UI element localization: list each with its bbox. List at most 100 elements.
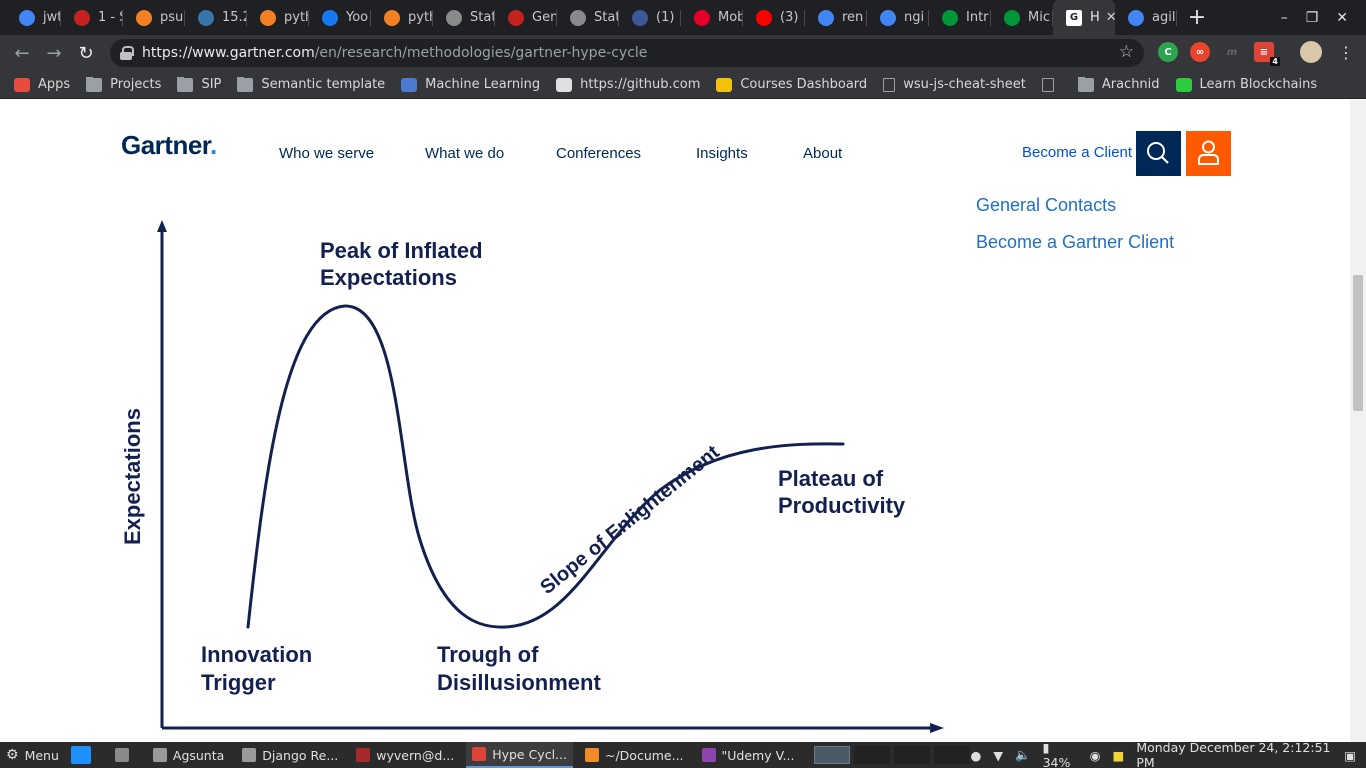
workspace-4[interactable] — [934, 746, 971, 764]
battery-indicator[interactable]: ▮ 34% — [1043, 740, 1078, 770]
show-desktop-icon[interactable]: ▣ — [1344, 748, 1356, 763]
chrome-icon — [472, 747, 487, 761]
taskbar-window[interactable]: "Udemy V... — [696, 742, 801, 768]
minimize-icon[interactable]: – — [1281, 10, 1288, 26]
browser-tab[interactable]: Stat — [557, 0, 619, 35]
updates-icon[interactable]: ◉ — [1090, 748, 1101, 763]
bookmark-item[interactable]: Courses Dashboard — [716, 77, 867, 92]
close-window-icon[interactable]: ✕ — [1336, 10, 1348, 26]
nav-what-we-do[interactable]: What we do — [425, 145, 504, 162]
browser-tab[interactable]: ren — [805, 0, 867, 35]
taskbar-window[interactable] — [65, 742, 103, 768]
forward-icon[interactable]: → — [38, 43, 70, 64]
browser-tab[interactable]: 1 - S — [61, 0, 123, 35]
bookmark-label: Projects — [110, 77, 162, 92]
bookmark-item[interactable]: Learn Blockchains — [1175, 77, 1317, 92]
hype-cycle-diagram: Expectations Peak of Inflated Expectatio… — [120, 220, 944, 733]
browser-tab[interactable]: agil — [1115, 0, 1177, 35]
red-figure-icon — [508, 9, 524, 26]
user-tray-icon[interactable]: ● — [970, 748, 981, 763]
nav-who-we-serve[interactable]: Who we serve — [279, 145, 374, 162]
workspace-switcher[interactable] — [814, 746, 971, 764]
browser-tab[interactable]: (3) — [743, 0, 805, 35]
become-gartner-client-link[interactable]: Become a Gartner Client — [976, 232, 1174, 253]
browser-tab[interactable]: G H ✕ — [1053, 0, 1115, 35]
new-tab-button[interactable]: + — [1177, 5, 1217, 30]
reload-icon[interactable]: ↻ — [70, 43, 102, 64]
taskbar-window-list: Agsunta Django Re... wyvern@d... Hype Cycl.… — [65, 742, 807, 768]
taskbar-window[interactable]: ~/Docume... — [579, 742, 690, 768]
page-scrollbar[interactable] — [1350, 100, 1366, 742]
wifi-icon[interactable]: ▼ — [993, 748, 1003, 763]
start-menu-button[interactable]: ⚙ Menu — [0, 742, 65, 768]
restore-icon[interactable]: ❐ — [1306, 10, 1319, 26]
address-bar[interactable]: https://www.gartner.com/en/research/meth… — [110, 39, 1144, 67]
nav-conferences[interactable]: Conferences — [556, 145, 641, 162]
general-contacts-link[interactable]: General Contacts — [976, 195, 1116, 216]
browser-tab[interactable]: psu — [123, 0, 185, 35]
extension-green-icon[interactable]: C — [1158, 42, 1178, 62]
profile-avatar[interactable] — [1300, 41, 1322, 63]
page-icon — [1041, 77, 1054, 92]
bookmark-item[interactable]: Semantic template — [237, 77, 385, 92]
extension-orange-icon[interactable]: ∞ — [1190, 42, 1210, 62]
notes-icon[interactable]: ■ — [1113, 748, 1125, 763]
workspace-1[interactable] — [814, 746, 851, 764]
account-button[interactable] — [1186, 131, 1231, 176]
browser-tab[interactable]: pyth — [371, 0, 433, 35]
tab-label: pyth — [408, 10, 433, 25]
taskbar-window[interactable]: wyvern@d... — [350, 742, 460, 768]
menu-kebab-icon[interactable]: ⋮ — [1338, 43, 1354, 62]
bookmark-item[interactable]: Projects — [86, 77, 161, 92]
bookmark-item[interactable]: SIP — [177, 77, 221, 92]
bookmark-label: wsu-js-cheat-sheet — [903, 77, 1026, 92]
browser-tab[interactable]: Mob — [681, 0, 743, 35]
search-button[interactable] — [1136, 131, 1181, 176]
bookmark-star-icon[interactable]: ☆ — [1119, 42, 1134, 62]
tab-label: H — [1090, 10, 1100, 25]
browser-tab[interactable]: 15.2 — [185, 0, 247, 35]
nginx-icon — [942, 9, 958, 26]
slope-label: Slope of Enlightenment — [536, 441, 724, 599]
trough-label-line1: Trough of — [437, 642, 539, 667]
workspace-3[interactable] — [894, 746, 931, 764]
browser-tab[interactable]: (1) — [619, 0, 681, 35]
bookmark-item[interactable]: https://github.com — [556, 77, 700, 92]
extension-m-icon[interactable]: m — [1222, 42, 1242, 62]
tab-close-icon[interactable]: ✕ — [1106, 10, 1115, 25]
browser-tab[interactable]: Gen — [495, 0, 557, 35]
workspace-2[interactable] — [854, 746, 891, 764]
become-client-link[interactable]: Become a Client — [1022, 144, 1132, 161]
taskbar-window[interactable]: Django Re... — [236, 742, 344, 768]
extension-todoist-icon[interactable]: ≡ 4 — [1254, 42, 1280, 66]
browser-tab[interactable]: pyth — [247, 0, 309, 35]
browser-tab[interactable]: Mic — [991, 0, 1053, 35]
browser-tab[interactable]: Yoo — [309, 0, 371, 35]
taskbar-window[interactable]: Hype Cycl... — [466, 742, 573, 768]
sublime-icon — [584, 748, 599, 762]
browser-tab[interactable]: Intr — [929, 0, 991, 35]
volume-icon[interactable]: 🔈 — [1015, 747, 1031, 763]
x-axis-arrow-icon — [930, 723, 944, 733]
bookmark-item[interactable]: Machine Learning — [401, 77, 540, 92]
taskbar-window[interactable] — [109, 742, 141, 768]
browser-tab[interactable]: ngi — [867, 0, 929, 35]
browser-tab[interactable]: Stat — [433, 0, 495, 35]
bookmark-item[interactable]: wsu-js-cheat-sheet — [883, 77, 1026, 92]
bookmark-item[interactable] — [1041, 77, 1062, 92]
clock[interactable]: Monday December 24, 2:12:51 PM — [1136, 740, 1332, 770]
google-icon — [818, 9, 834, 26]
back-icon[interactable]: ← — [6, 43, 38, 64]
gartner-logo[interactable]: Gartner. — [121, 130, 217, 161]
facebook-icon — [632, 9, 648, 26]
courses-icon — [716, 77, 733, 92]
scrollbar-thumb[interactable] — [1353, 275, 1363, 411]
blue-square-icon — [70, 746, 91, 764]
browser-tab[interactable]: jwt — [0, 0, 61, 35]
taskbar-window[interactable]: Agsunta — [147, 742, 230, 768]
nav-insights[interactable]: Insights — [696, 145, 748, 162]
bookmark-item[interactable]: Arachnid — [1077, 77, 1160, 92]
nav-about[interactable]: About — [803, 145, 842, 162]
folder-icon — [1077, 77, 1094, 92]
bookmark-item[interactable]: Apps — [14, 77, 70, 92]
